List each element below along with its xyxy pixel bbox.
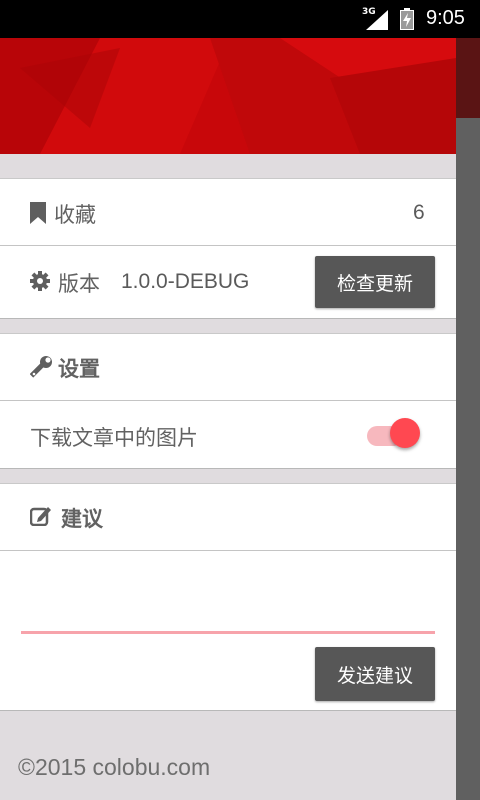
favorites-row[interactable]: 收藏 6 [0,179,456,245]
favorites-label: 收藏 [54,203,96,227]
check-update-button[interactable]: 检查更新 [315,256,435,308]
row-divider [0,550,456,551]
settings-header-row: 设置 [0,334,456,400]
edit-icon [30,507,51,526]
version-value: 1.0.0-DEBUG [121,270,250,293]
download-images-toggle-thumb[interactable] [390,418,420,448]
gear-icon [30,271,50,291]
version-row: 版本 1.0.0-DEBUG 检查更新 [0,246,456,318]
footer-copyright: ©2015 colobu.com [18,754,211,780]
drawer-header-banner [0,38,456,154]
version-label: 版本 [58,272,100,296]
suggestion-input[interactable] [21,560,435,634]
status-bar: 3G 9:05 [0,0,480,38]
status-time: 9:05 [426,7,465,29]
background-app-header [456,38,480,118]
send-suggestion-button[interactable]: 发送建议 [315,647,435,701]
favorites-count: 6 [413,201,425,224]
battery-charging-icon [400,8,414,30]
wrench-icon [30,356,52,378]
header-pattern [0,38,456,154]
background-app-sliver [456,38,480,800]
bookmark-icon [30,202,46,224]
signal-icon [366,10,388,30]
settings-title: 设置 [58,357,100,381]
suggestion-title: 建议 [61,507,103,531]
suggestion-header-row: 建议 [0,484,456,550]
download-images-label: 下载文章中的图片 [30,426,198,450]
navigation-drawer: 收藏 6 版本 1.0.0-DEBUG 检查更新 设置 下载文章中的图片 建议 … [0,38,456,800]
